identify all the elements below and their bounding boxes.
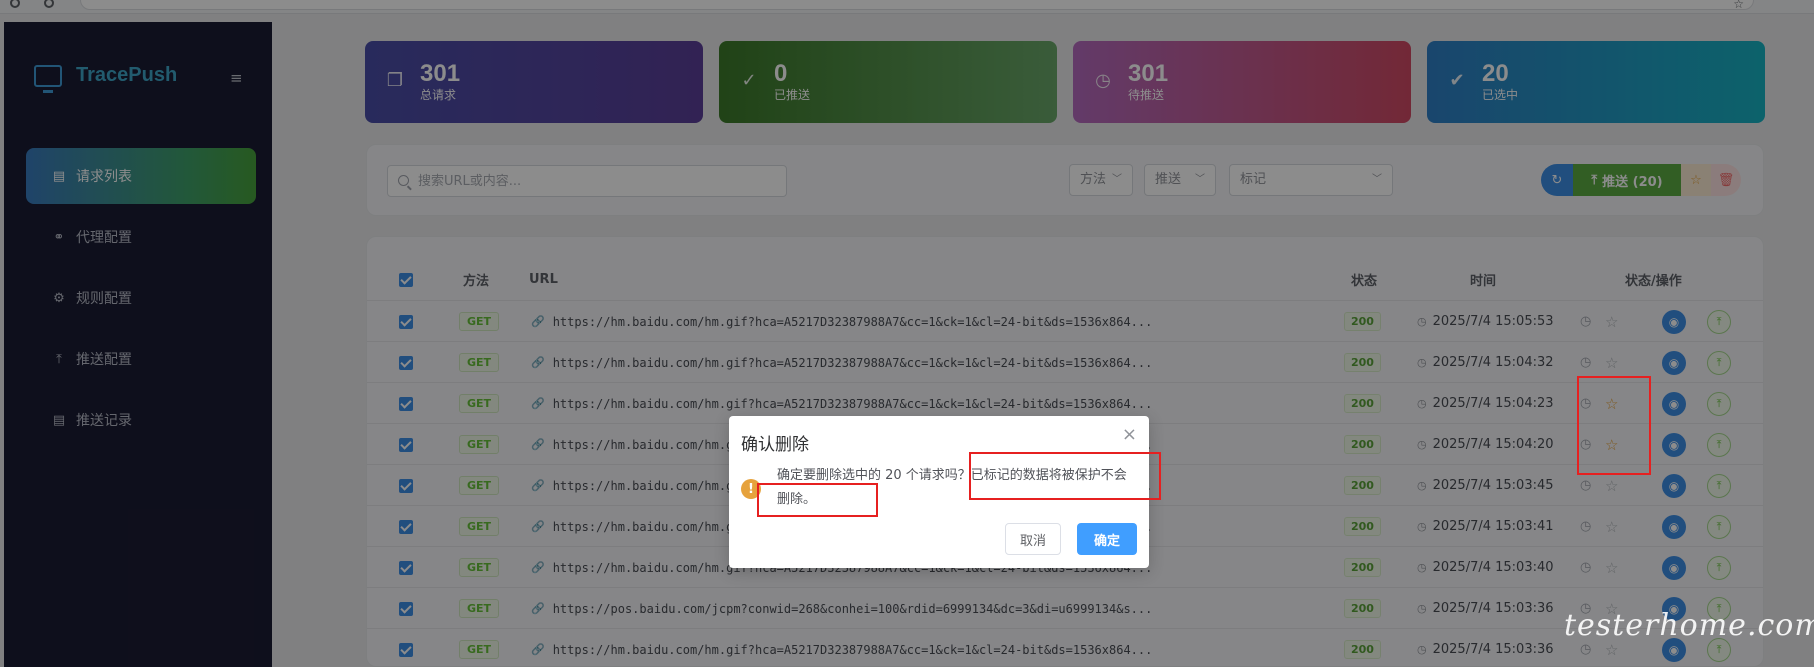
cancel-button[interactable]: 取消: [1005, 523, 1061, 555]
highlight-marked-stars: [1577, 376, 1651, 475]
confirm-button[interactable]: 确定: [1077, 523, 1137, 555]
watermark-text: testerhome.com: [1564, 608, 1814, 643]
close-icon[interactable]: ×: [1122, 424, 1137, 445]
highlight-not-deleted: [757, 483, 878, 517]
dialog-title: 确认删除: [741, 435, 809, 455]
highlight-protect-message: [969, 452, 1161, 500]
